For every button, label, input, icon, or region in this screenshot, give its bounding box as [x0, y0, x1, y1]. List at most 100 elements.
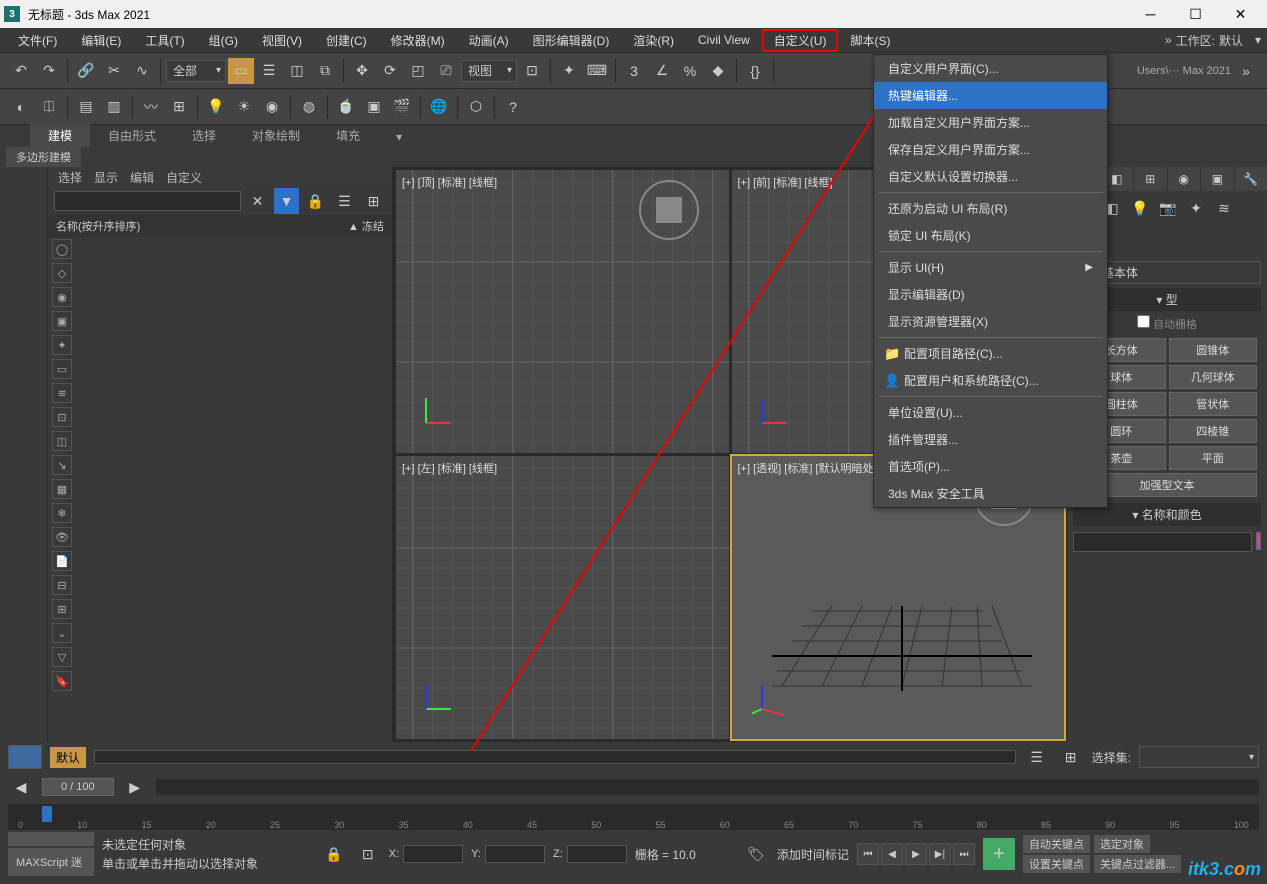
- menu-animation[interactable]: 动画(A): [457, 29, 521, 52]
- menu-show-explorers[interactable]: 显示资源管理器(X): [874, 308, 1107, 335]
- sets-icon[interactable]: ⊞: [1058, 744, 1084, 770]
- menu-graph-editors[interactable]: 图形编辑器(D): [521, 29, 622, 52]
- mirror-button[interactable]: ◐: [8, 94, 34, 120]
- bind-spacewarp-button[interactable]: ∿: [129, 58, 155, 84]
- menu-plugin-manager[interactable]: 插件管理器...: [874, 426, 1107, 453]
- maxscript-listener[interactable]: MAXScript 迷: [8, 848, 94, 876]
- time-tag-icon[interactable]: 🏷: [743, 841, 769, 867]
- setkey-button[interactable]: 设置关键点: [1023, 855, 1090, 873]
- object-name-input[interactable]: [1073, 532, 1252, 552]
- angle-snap-button[interactable]: ∠: [649, 58, 675, 84]
- scene-freeze-column[interactable]: ▲ 冻结: [348, 218, 384, 234]
- filter-frozen-icon[interactable]: ❄: [52, 503, 72, 523]
- create-cameras-icon[interactable]: 📷: [1155, 195, 1181, 221]
- ribbon-tab-freeform[interactable]: 自由形式: [90, 124, 174, 147]
- scene-view2-icon[interactable]: ⊞: [361, 188, 386, 214]
- timeline-next-icon[interactable]: ▶: [122, 774, 148, 800]
- link-button[interactable]: 🔗: [73, 58, 99, 84]
- goto-start-button[interactable]: ⏮: [857, 843, 879, 865]
- menu-revert-ui[interactable]: 还原为启动 UI 布局(R): [874, 195, 1107, 222]
- ribbon-subtab-polymodel[interactable]: 多边形建模: [6, 147, 81, 167]
- prim-geosphere[interactable]: 几何球体: [1169, 365, 1258, 389]
- menu-customize[interactable]: 自定义(U): [762, 29, 839, 52]
- minimize-button[interactable]: ─: [1128, 0, 1173, 28]
- viewport-front-label[interactable]: [+] [前] [标准] [线框]: [738, 174, 833, 190]
- object-color-swatch[interactable]: [1256, 532, 1261, 550]
- filter-shape-icon[interactable]: ▭: [52, 359, 72, 379]
- cmd-tab-hierarchy[interactable]: ⊞: [1134, 167, 1167, 191]
- scene-filter-icon[interactable]: ▼: [274, 188, 299, 214]
- prim-tube[interactable]: 管状体: [1169, 392, 1258, 416]
- menu-save-ui-scheme[interactable]: 保存自定义用户界面方案...: [874, 136, 1107, 163]
- menu-units-setup[interactable]: 单位设置(U)...: [874, 399, 1107, 426]
- menu-modifiers[interactable]: 修改器(M): [379, 29, 457, 52]
- select-by-name-button[interactable]: ☰: [256, 58, 282, 84]
- set-key-button[interactable]: +: [983, 838, 1015, 870]
- play-button[interactable]: ▶: [905, 843, 927, 865]
- menu-group[interactable]: 组(G): [197, 29, 250, 52]
- scene-tab-select[interactable]: 选择: [58, 169, 82, 185]
- create-lights-icon[interactable]: 💡: [1127, 195, 1153, 221]
- dope-sheet-button[interactable]: ⊞: [166, 94, 192, 120]
- ribbon-tab-populate[interactable]: 填充: [318, 124, 378, 147]
- filter-group-icon[interactable]: ⊡: [52, 407, 72, 427]
- viewcube-top[interactable]: [639, 180, 699, 240]
- menu-configure-user-paths[interactable]: 👤配置用户和系统路径(C)...: [874, 367, 1107, 394]
- placement-button[interactable]: ⎚: [433, 58, 459, 84]
- viewport-left[interactable]: [+] [左] [标准] [线框]: [396, 456, 729, 739]
- x-coord-input[interactable]: [403, 845, 463, 863]
- environment-button[interactable]: 🌐: [426, 94, 452, 120]
- prim-pyramid[interactable]: 四棱锥: [1169, 419, 1258, 443]
- scene-list-header[interactable]: 名称(按升序排序) ▲ 冻结: [48, 215, 392, 237]
- filter-doc-icon[interactable]: 📄: [52, 551, 72, 571]
- filter-hidden-icon[interactable]: 👁: [52, 527, 72, 547]
- track-slider[interactable]: [94, 750, 1016, 764]
- filter-all-icon[interactable]: ◯: [52, 239, 72, 259]
- viewport-top[interactable]: [+] [顶] [标准] [线框]: [396, 170, 729, 453]
- rectangular-region-button[interactable]: ◫: [284, 58, 310, 84]
- selection-filter-dropdown[interactable]: 全部: [166, 60, 226, 82]
- autokey-button[interactable]: 自动关键点: [1023, 835, 1090, 853]
- scene-search-input[interactable]: [54, 191, 241, 211]
- filter-wave-icon[interactable]: ≋: [52, 383, 72, 403]
- menu-show-editors[interactable]: 显示编辑器(D): [874, 281, 1107, 308]
- scene-clear-icon[interactable]: ✕: [245, 188, 270, 214]
- prim-plane[interactable]: 平面: [1169, 446, 1258, 470]
- layer-explorer-button[interactable]: ▥: [101, 94, 127, 120]
- lock-selection-icon[interactable]: 🔒: [321, 841, 347, 867]
- filter-nested-icon[interactable]: ⊟: [52, 575, 72, 595]
- add-time-tag-label[interactable]: 添加时间标记: [777, 846, 849, 863]
- selected-filter[interactable]: 选定对象: [1094, 835, 1150, 853]
- material-editor-button[interactable]: ◍: [296, 94, 322, 120]
- filter-expand-icon[interactable]: ⌄: [52, 623, 72, 643]
- reference-coord-dropdown[interactable]: 视图: [461, 60, 517, 82]
- scene-list-body[interactable]: [76, 237, 392, 727]
- render-frame-button[interactable]: ▣: [361, 94, 387, 120]
- layers-icon[interactable]: ☰: [1024, 744, 1050, 770]
- rotate-button[interactable]: ⟳: [377, 58, 403, 84]
- viewport-layout-button[interactable]: [8, 745, 42, 769]
- scene-view1-icon[interactable]: ☰: [332, 188, 357, 214]
- menu-create[interactable]: 创建(C): [314, 29, 379, 52]
- schematic-view-button[interactable]: ⬡: [463, 94, 489, 120]
- light-1-icon[interactable]: 💡: [203, 94, 229, 120]
- menu-views[interactable]: 视图(V): [250, 29, 314, 52]
- ribbon-tab-selection[interactable]: 选择: [174, 124, 234, 147]
- workspace-selector[interactable]: » 工作区: 默认 ▾: [1165, 32, 1261, 49]
- key-filters-button[interactable]: 关键点过滤器...: [1094, 855, 1181, 873]
- menu-show-ui[interactable]: 显示 UI(H)▶: [874, 254, 1107, 281]
- render-button[interactable]: 🎬: [389, 94, 415, 120]
- filter-tree-icon[interactable]: ⊞: [52, 599, 72, 619]
- redo-button[interactable]: ↷: [36, 58, 62, 84]
- time-ruler[interactable]: 0101520253035404550556065707580859095100: [8, 804, 1259, 830]
- align-button[interactable]: ⎅: [36, 94, 62, 120]
- isolate-label[interactable]: 默认: [50, 747, 86, 768]
- spinner-snap-button[interactable]: ◆: [705, 58, 731, 84]
- next-frame-button[interactable]: ▶|: [929, 843, 951, 865]
- window-crossing-button[interactable]: ⧉: [312, 58, 338, 84]
- menu-file[interactable]: 文件(F): [6, 29, 69, 52]
- filter-xref-icon[interactable]: ◫: [52, 431, 72, 451]
- create-spacewarps-icon[interactable]: ≋: [1211, 195, 1237, 221]
- goto-end-button[interactable]: ⏭: [953, 843, 975, 865]
- undo-button[interactable]: ↶: [8, 58, 34, 84]
